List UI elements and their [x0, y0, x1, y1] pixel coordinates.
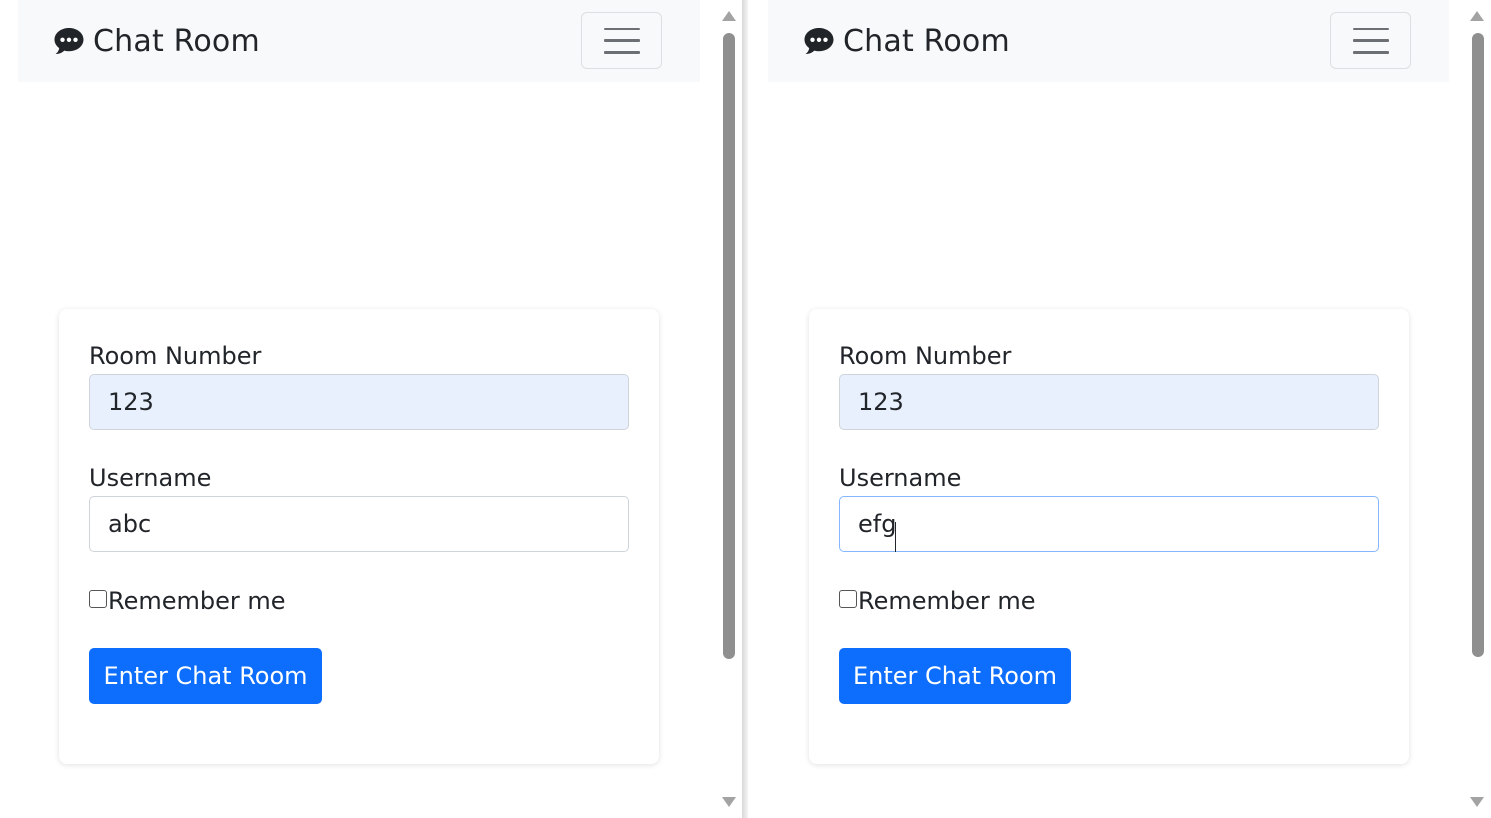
text-caret [895, 522, 896, 552]
login-card: Room Number Username Remember me Enter C… [809, 309, 1409, 764]
remember-me-row: Remember me [839, 587, 1036, 615]
room-number-label: Room Number [839, 342, 1012, 370]
remember-me-checkbox[interactable] [839, 590, 857, 608]
comment-dots-icon [54, 28, 84, 54]
brand-title: Chat Room [843, 23, 1010, 59]
room-number-input[interactable] [839, 374, 1379, 430]
scroll-up-arrow-icon[interactable] [722, 11, 736, 21]
scrollbar-thumb[interactable] [723, 33, 735, 659]
navbar-toggler-button[interactable] [1330, 12, 1411, 69]
navbar-brand[interactable]: Chat Room [53, 22, 260, 60]
navbar-toggler-button[interactable] [581, 12, 662, 69]
remember-me-label[interactable]: Remember me [108, 587, 286, 615]
remember-me-checkbox[interactable] [89, 590, 107, 608]
remember-me-row: Remember me [89, 587, 286, 615]
scrollbar-thumb[interactable] [1472, 33, 1484, 657]
username-input[interactable] [839, 496, 1379, 552]
navbar: Chat Room [18, 0, 700, 82]
hamburger-menu-icon [603, 27, 640, 54]
scroll-down-arrow-icon[interactable] [1470, 797, 1484, 807]
left-window: Chat Room Room Number Username Remember … [0, 0, 742, 818]
navbar-brand[interactable]: Chat Room [803, 22, 1010, 60]
vertical-scrollbar[interactable] [717, 0, 742, 818]
room-number-input[interactable] [89, 374, 629, 430]
scroll-down-arrow-icon[interactable] [722, 797, 736, 807]
scroll-up-arrow-icon[interactable] [1470, 11, 1484, 21]
hamburger-menu-icon [1352, 27, 1389, 54]
username-input[interactable] [89, 496, 629, 552]
username-label: Username [839, 464, 962, 492]
brand-title: Chat Room [93, 23, 260, 59]
enter-chat-room-button[interactable]: Enter Chat Room [839, 648, 1071, 704]
username-label: Username [89, 464, 212, 492]
navbar: Chat Room [768, 0, 1449, 82]
comment-dots-icon [804, 28, 834, 54]
room-number-label: Room Number [89, 342, 262, 370]
remember-me-label[interactable]: Remember me [858, 587, 1036, 615]
right-window: Chat Room Room Number Username Remember … [748, 0, 1490, 818]
login-card: Room Number Username Remember me Enter C… [59, 309, 659, 764]
enter-chat-room-button[interactable]: Enter Chat Room [89, 648, 322, 704]
vertical-scrollbar[interactable] [1465, 0, 1490, 818]
